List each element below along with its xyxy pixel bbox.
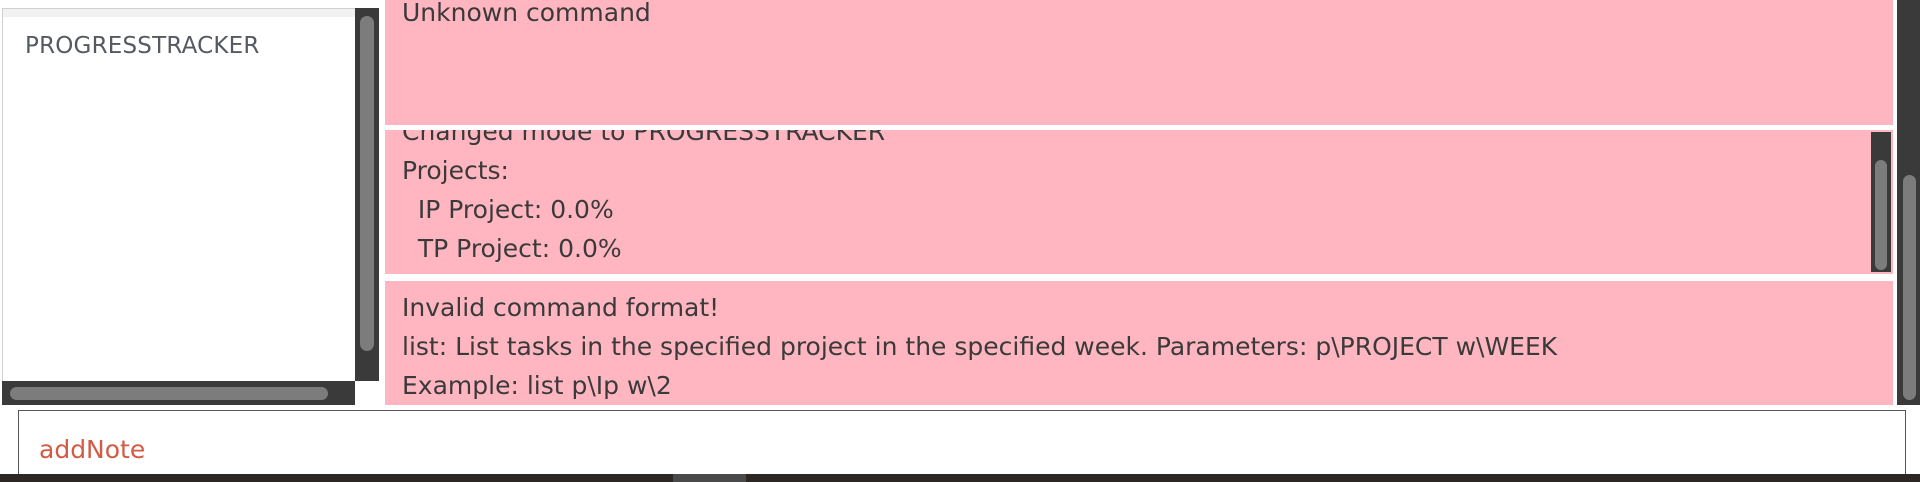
list-header-strip [3, 9, 355, 17]
results-vertical-scroll-thumb[interactable] [1903, 175, 1916, 400]
result-panel-invalid-format: Invalid command format! list: List tasks… [385, 281, 1893, 405]
result-line: Unknown command [402, 0, 651, 27]
result-line: TP Project: 0.0% [402, 234, 622, 263]
result-line: Invalid command format! [402, 293, 720, 322]
command-input[interactable] [18, 410, 1906, 474]
scroll-corner [355, 381, 379, 405]
result-line: Projects: [402, 156, 509, 185]
result-line: IP Project: 0.0% [402, 195, 614, 224]
result-panel-scroll-thumb[interactable] [1875, 160, 1887, 270]
result-line: Example: list p\Ip w\2 [402, 371, 672, 400]
mode-list: PROGRESSTRACKER [2, 8, 358, 407]
result-panel-mode-change: Changed mode to PROGRESSTRACKER Projects… [385, 130, 1893, 274]
mode-list-horizontal-scroll-thumb[interactable] [10, 387, 328, 400]
taskbar-highlight [673, 474, 746, 482]
mode-list-item-progresstracker[interactable]: PROGRESSTRACKER [3, 23, 353, 75]
result-line: list: List tasks in the specified projec… [402, 332, 1558, 361]
app-window: PROGRESSTRACKER Unknown command Changed … [0, 0, 1920, 474]
result-panel-unknown-command: Unknown command [385, 0, 1893, 125]
result-line: Changed mode to PROGRESSTRACKER [402, 130, 886, 146]
mode-list-vertical-scroll-thumb[interactable] [360, 16, 374, 351]
taskbar-strip [0, 474, 1920, 482]
